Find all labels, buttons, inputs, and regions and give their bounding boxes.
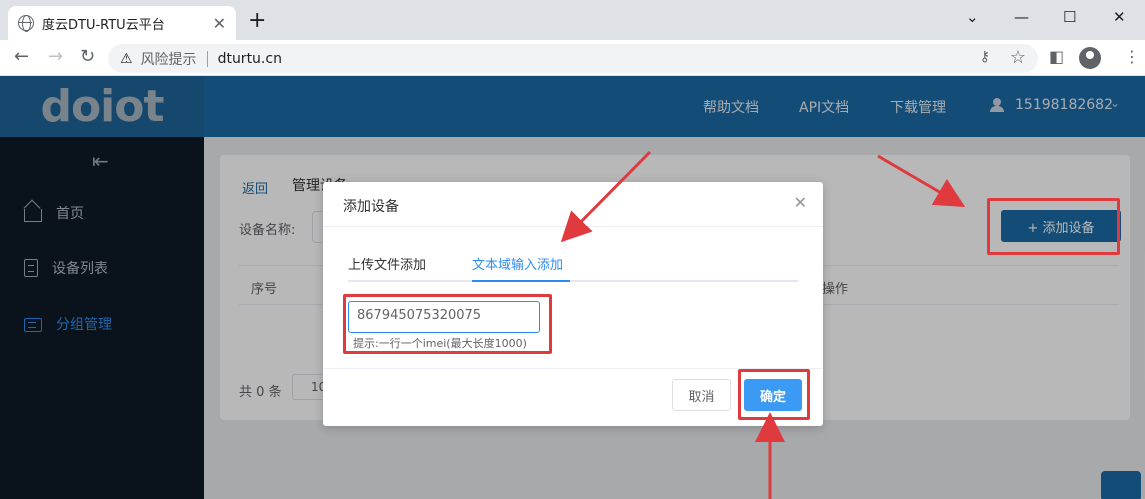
globe-icon [18,15,34,32]
annotation-box-imei [343,294,552,354]
tab-search-icon[interactable]: ⌄ [966,8,979,26]
url-text: dturtu.cn [217,50,282,67]
dialog-tabs: 上传文件添加 文本域输入添加 [348,242,798,282]
dialog-title: 添加设备 [343,199,399,215]
back-arrow-icon[interactable]: ← [14,47,29,67]
browser-tabstrip: 度云DTU-RTU云平台 ✕ + ⌄ — ☐ ✕ [0,0,1145,40]
cancel-button[interactable]: 取消 [672,379,731,411]
maximize-button[interactable]: ☐ [1063,8,1076,26]
bookmark-star-icon[interactable]: ☆ [1010,47,1026,68]
tab-upload-file[interactable]: 上传文件添加 [348,254,426,273]
tab-textarea-input[interactable]: 文本域输入添加 [472,254,563,273]
side-panel-icon[interactable]: ◧ [1049,47,1064,66]
active-tab-indicator [472,280,570,282]
annotation-box-add-device [987,198,1120,255]
modal-overlay-header [0,76,1145,137]
new-tab-button[interactable]: + [248,10,266,32]
minimize-button[interactable]: — [1014,8,1029,26]
browser-menu-icon[interactable]: ⋮ [1124,47,1140,66]
address-bar[interactable]: ⚠ 风险提示 dturtu.cn ⚷ ☆ [108,44,1038,73]
forward-arrow-icon[interactable]: → [48,47,63,67]
dialog-divider [323,226,823,227]
browser-tab[interactable]: 度云DTU-RTU云平台 ✕ [8,6,236,40]
warning-icon: ⚠ [120,50,133,67]
annotation-box-confirm [738,369,810,420]
risk-label: 风险提示 [140,51,197,68]
window-close-button[interactable]: ✕ [1113,8,1126,26]
close-icon[interactable]: ✕ [794,193,807,212]
reload-icon[interactable]: ↻ [80,47,95,67]
tab-close-icon[interactable]: ✕ [213,14,226,33]
profile-avatar-icon[interactable] [1079,47,1101,69]
browser-toolbar: ← → ↻ ⚠ 风险提示 dturtu.cn ⚷ ☆ ◧ [0,40,1145,76]
key-icon[interactable]: ⚷ [980,49,990,65]
tab-title: 度云DTU-RTU云平台 [42,17,165,33]
address-divider [206,50,208,67]
